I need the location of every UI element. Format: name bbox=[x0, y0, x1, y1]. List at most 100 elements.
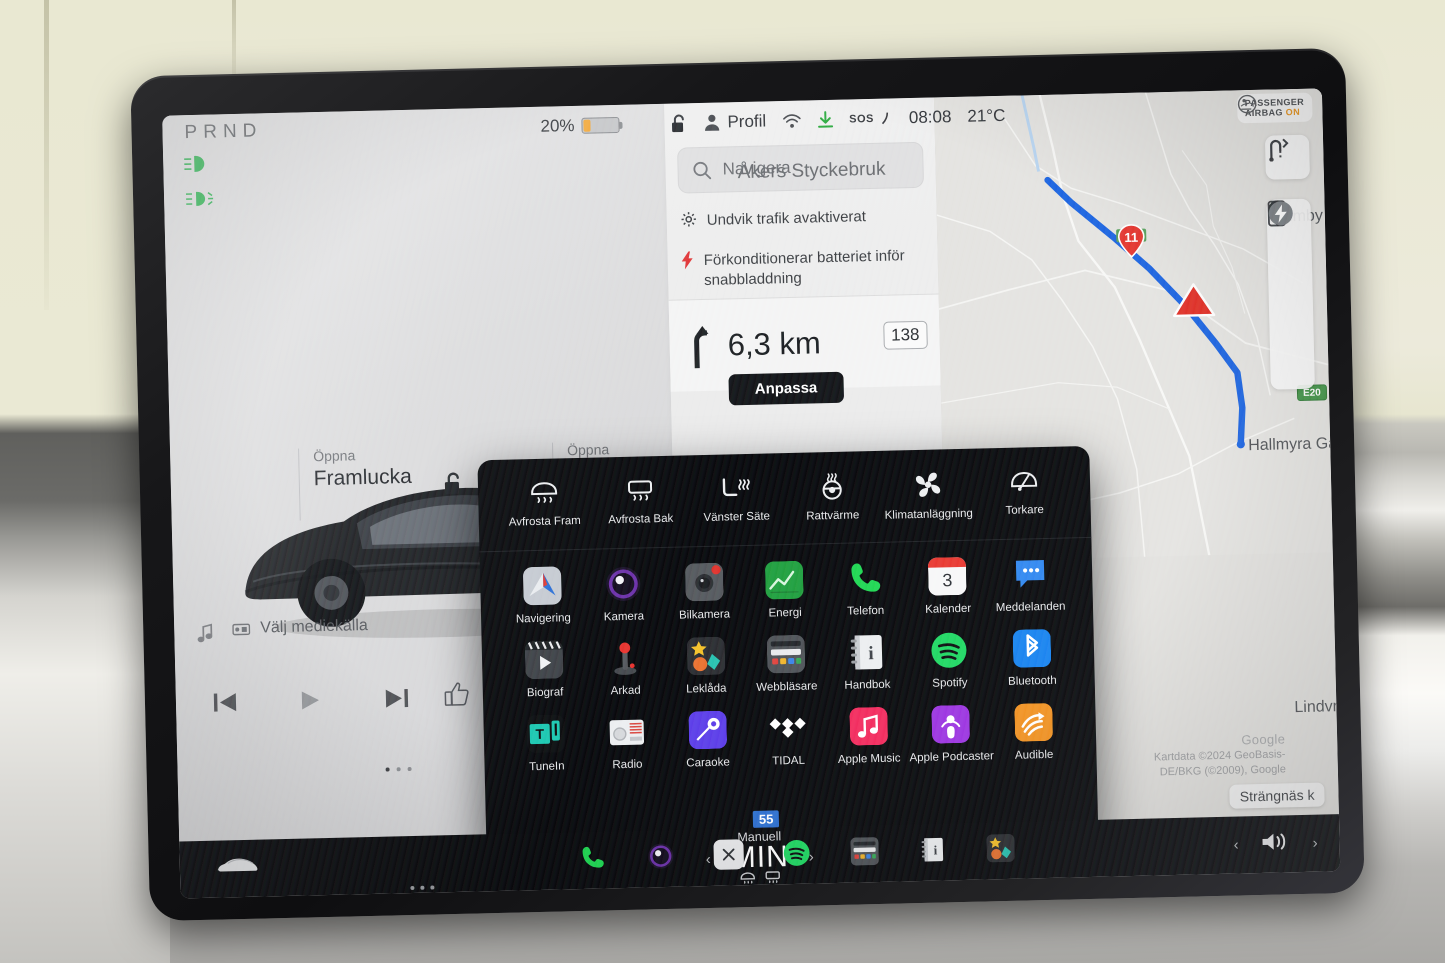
current-speed-chip: 55 bbox=[752, 810, 780, 828]
play-button[interactable] bbox=[300, 688, 323, 718]
quick-control-defrost-front[interactable]: Avfrosta Fram bbox=[496, 480, 593, 529]
app-launcher-drawer: Avfrosta Fram Avfrosta Bak Vänster Säte … bbox=[477, 445, 1099, 858]
quick-control-wipers[interactable]: Torkare bbox=[976, 468, 1073, 517]
app-handbok[interactable]: i Handbok bbox=[826, 632, 908, 692]
unlocked-padlock-icon[interactable] bbox=[443, 471, 466, 503]
region-chip[interactable]: Strängnäs k bbox=[1229, 782, 1325, 809]
spotify-icon bbox=[930, 631, 969, 670]
app-navigering[interactable]: Navigering bbox=[502, 566, 584, 626]
pin-icon[interactable] bbox=[1268, 200, 1307, 334]
quick-control-label: Rattvärme bbox=[806, 509, 860, 523]
quick-control-label: Avfrosta Fram bbox=[508, 514, 581, 529]
app-spotify[interactable]: Spotify bbox=[907, 630, 993, 690]
app-kamera[interactable]: Kamera bbox=[582, 564, 664, 624]
app-webblasare[interactable]: Webbläsare bbox=[745, 634, 827, 694]
app-label: Webbläsare bbox=[756, 680, 818, 694]
background-curtain-seam bbox=[44, 0, 49, 310]
app-energi[interactable]: Energi bbox=[744, 560, 826, 620]
phone-icon[interactable] bbox=[577, 842, 608, 873]
media-source-icon bbox=[232, 623, 251, 635]
thumbs-up-button[interactable] bbox=[444, 681, 471, 713]
avoid-traffic-note[interactable]: Undvik trafik avaktiverat bbox=[681, 206, 927, 232]
outside-temperature: 21°C bbox=[967, 105, 1006, 126]
app-biograf[interactable]: Biograf bbox=[504, 640, 586, 700]
app-label: Kalender bbox=[925, 602, 972, 616]
app-label: Caraoke bbox=[686, 756, 730, 770]
quick-controls-row: Avfrosta Fram Avfrosta Bak Vänster Säte … bbox=[477, 445, 1092, 553]
app-label: Leklåda bbox=[686, 682, 727, 696]
quick-control-label: Klimatanläggning bbox=[884, 507, 974, 522]
app-label: Energi bbox=[768, 606, 802, 620]
app-meddelanden[interactable]: Meddelanden bbox=[989, 554, 1071, 614]
app-bluetooth[interactable]: Bluetooth bbox=[991, 628, 1073, 688]
calendar-icon: 3 bbox=[928, 557, 967, 596]
map-attribution-line2: DE/BKG (©2009), Google bbox=[1159, 763, 1287, 779]
app-label: Navigering bbox=[515, 612, 572, 626]
profile-button[interactable]: Profil bbox=[703, 111, 766, 132]
speed-limit-badge: 138 bbox=[882, 320, 928, 350]
download-icon[interactable] bbox=[817, 111, 833, 129]
app-apple-podcaster[interactable]: Apple Podcaster bbox=[908, 704, 994, 764]
page-indicator-dots[interactable] bbox=[410, 885, 435, 891]
browser-icon[interactable] bbox=[849, 836, 880, 867]
close-icon[interactable] bbox=[713, 839, 745, 870]
battery-percent-label: 20% bbox=[540, 115, 575, 136]
sos-label: SOS bbox=[849, 112, 875, 126]
quick-control-defrost-rear[interactable]: Avfrosta Bak bbox=[592, 477, 689, 526]
app-kalender[interactable]: 3 Kalender bbox=[905, 556, 991, 616]
app-telefon[interactable]: Telefon bbox=[824, 558, 906, 618]
app-apple-music[interactable]: Apple Music bbox=[828, 706, 910, 766]
avoid-traffic-text: Undvik trafik avaktiverat bbox=[706, 208, 867, 229]
list-icon[interactable] bbox=[1267, 200, 1306, 286]
music-note-icon bbox=[196, 623, 215, 650]
route-overview-button[interactable] bbox=[1264, 134, 1310, 180]
spotify-icon[interactable] bbox=[781, 838, 812, 869]
toybox-icon[interactable] bbox=[985, 833, 1016, 864]
customize-button[interactable]: Anpassa bbox=[728, 371, 844, 406]
app-leklada[interactable]: Leklåda bbox=[665, 636, 747, 696]
lock-icon[interactable] bbox=[670, 113, 687, 133]
maneuver-distance: 6,3 km bbox=[727, 324, 822, 362]
turn-left-arrow-icon bbox=[694, 325, 709, 368]
battery-glyph bbox=[581, 116, 620, 134]
arcade-icon bbox=[606, 638, 645, 677]
app-label: Arkad bbox=[610, 684, 641, 698]
radio-icon bbox=[607, 712, 646, 751]
app-caraoke[interactable]: Caraoke bbox=[667, 710, 749, 770]
wiper-icon bbox=[1011, 471, 1038, 491]
select-media-source-button[interactable]: Välj mediekälla bbox=[232, 617, 368, 638]
next-track-button[interactable] bbox=[384, 686, 411, 716]
sos-signal-icon bbox=[882, 112, 889, 125]
app-tunein[interactable]: T TuneIn bbox=[505, 714, 587, 774]
manual-icon[interactable]: i bbox=[917, 834, 948, 865]
app-arkad[interactable]: Arkad bbox=[584, 638, 666, 698]
wifi-icon[interactable] bbox=[782, 113, 801, 128]
app-audible[interactable]: Audible bbox=[993, 702, 1075, 762]
camera-icon bbox=[604, 565, 643, 604]
sos-button[interactable]: SOS bbox=[849, 111, 893, 126]
quick-control-label: Vänster Säte bbox=[703, 510, 771, 525]
volume-icon[interactable] bbox=[1260, 829, 1291, 859]
quick-control-steering-heat[interactable]: Rattvärme bbox=[784, 472, 881, 523]
svg-text:3: 3 bbox=[942, 570, 952, 590]
app-label: Kamera bbox=[603, 610, 645, 624]
open-frunk-button[interactable]: Öppna Framlucka bbox=[298, 445, 413, 521]
volume-decrease-button[interactable]: ‹ bbox=[1233, 837, 1238, 854]
quick-control-left-seat[interactable]: Vänster Säte bbox=[688, 475, 785, 524]
maneuver-destination: Åkers Styckebruk bbox=[737, 158, 886, 184]
bluetooth-icon bbox=[1012, 629, 1051, 668]
volume-increase-button[interactable]: › bbox=[1312, 835, 1317, 852]
app-radio[interactable]: Radio bbox=[586, 712, 668, 772]
app-bilkamera[interactable]: Bilkamera bbox=[663, 562, 745, 622]
map-attribution: Google Kartdata ©2024 GeoBasis- DE/BKG (… bbox=[1153, 730, 1286, 780]
charging-icon[interactable] bbox=[1268, 201, 1308, 382]
app-tidal[interactable]: TIDAL bbox=[747, 708, 829, 768]
app-label: TIDAL bbox=[772, 754, 806, 768]
app-label: Bilkamera bbox=[678, 608, 731, 622]
app-label: Handbok bbox=[844, 678, 891, 692]
battery-indicator[interactable]: 20% bbox=[540, 115, 620, 137]
quick-control-climate[interactable]: Klimatanläggning bbox=[880, 469, 977, 522]
media-page-dots[interactable] bbox=[385, 766, 412, 772]
previous-track-button[interactable] bbox=[212, 690, 239, 720]
camera-icon[interactable] bbox=[645, 841, 676, 872]
